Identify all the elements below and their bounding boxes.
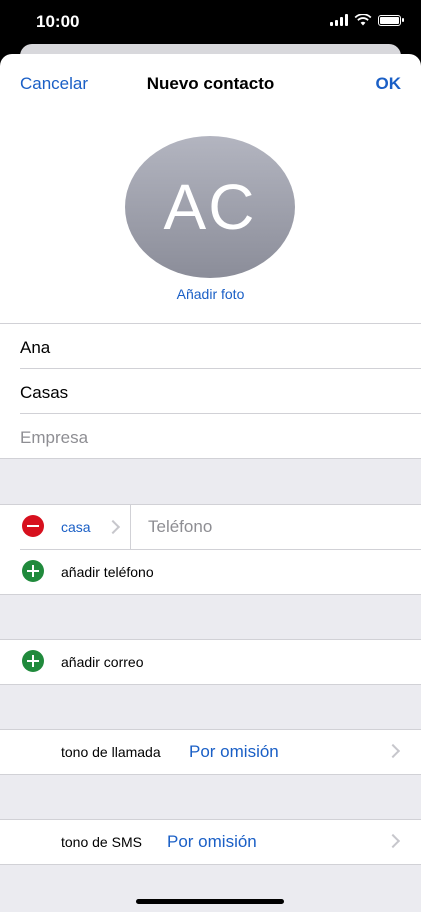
divider: [20, 368, 421, 369]
status-time: 10:00: [36, 12, 80, 31]
divider: [0, 323, 421, 324]
avatar-initials: AC: [163, 171, 257, 243]
add-email-button[interactable]: añadir correo: [61, 654, 144, 670]
battery-icon: [378, 14, 404, 26]
add-photo-button[interactable]: Añadir foto: [0, 286, 421, 302]
sms-tone-label: tono de SMS: [61, 834, 142, 850]
section-spacer: [0, 459, 421, 504]
ringtone-value: Por omisión: [189, 742, 279, 761]
section-spacer: [0, 685, 421, 729]
section-spacer: [0, 775, 421, 819]
divider: [0, 639, 421, 640]
phone-label-casa[interactable]: casa: [61, 519, 91, 535]
ok-button[interactable]: OK: [376, 74, 402, 94]
page-title: Nuevo contacto: [146, 74, 275, 93]
chevron-right-icon: [385, 833, 401, 849]
add-phone-button[interactable]: añadir teléfono: [61, 564, 154, 580]
divider: [0, 504, 421, 505]
status-bar: 10:00: [0, 0, 421, 46]
chevron-right-icon: [105, 519, 121, 535]
home-indicator[interactable]: [136, 899, 284, 904]
ringtone-row[interactable]: tono de llamada Por omisión: [0, 730, 421, 774]
system-icons: [330, 14, 404, 26]
wifi-icon: [354, 14, 372, 26]
sms-tone-row[interactable]: tono de SMS Por omisión: [0, 820, 421, 864]
divider: [20, 549, 421, 550]
last-name-field[interactable]: Casas: [20, 383, 68, 403]
company-field[interactable]: Empresa: [20, 428, 88, 448]
first-name-field[interactable]: Ana: [20, 338, 50, 358]
avatar[interactable]: AC: [125, 136, 295, 278]
section-spacer: [0, 865, 421, 912]
navigation-bar: Cancelar Nuevo contacto OK: [0, 54, 421, 114]
phone-screen: 10:00 Cancelar Nuevo contacto OK AC Añad…: [0, 0, 421, 912]
add-phone-plus-icon[interactable]: [22, 560, 44, 582]
cellular-signal-icon: [330, 14, 348, 26]
chevron-right-icon: [385, 743, 401, 759]
avatar-circle: AC: [125, 136, 295, 278]
divider: [20, 413, 421, 414]
new-contact-sheet: Cancelar Nuevo contacto OK AC Añadir fot…: [0, 54, 421, 912]
phone-label-divider: [130, 505, 131, 549]
ringtone-label: tono de llamada: [61, 744, 161, 760]
phone-number-field[interactable]: Teléfono: [148, 517, 212, 537]
section-spacer: [0, 595, 421, 639]
remove-phone-button[interactable]: [22, 515, 44, 537]
notch: [106, 0, 314, 30]
sms-tone-value: Por omisión: [167, 832, 257, 851]
add-email-plus-icon[interactable]: [22, 650, 44, 672]
